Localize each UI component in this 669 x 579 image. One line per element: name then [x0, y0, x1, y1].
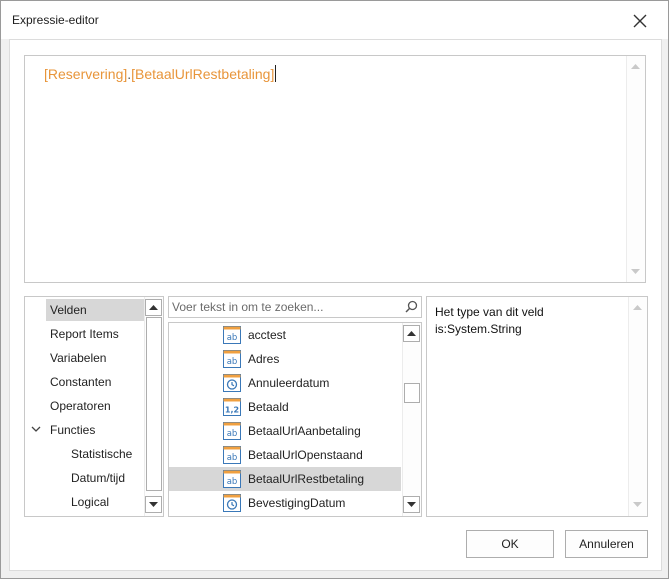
svg-text:1,2: 1,2: [225, 406, 239, 415]
scroll-down-arrow[interactable]: [630, 497, 645, 512]
close-icon: [633, 14, 647, 28]
field-list-scrollbar[interactable]: [402, 323, 421, 516]
number-icon: 1,2: [223, 398, 241, 416]
field-type-info: Het type van dit veld is:System.String: [435, 304, 544, 338]
chevron-down-icon[interactable]: [31, 426, 41, 432]
arrow-down-icon: [633, 502, 642, 507]
field-label: BetaalUrlOpenstaand: [248, 448, 363, 462]
svg-text:ab: ab: [227, 453, 238, 463]
expression-text[interactable]: [Reservering].[BetaalUrlRestbetaling]: [44, 65, 277, 82]
cancel-button[interactable]: Annuleren: [565, 530, 648, 558]
field-list-item[interactable]: Annuleerdatum: [169, 371, 401, 395]
field-label: BetaalUrlRestbetaling: [248, 472, 365, 486]
string-icon: ab: [223, 446, 241, 464]
search-box: [168, 296, 422, 318]
search-input[interactable]: [172, 298, 400, 315]
arrow-up-icon: [407, 331, 416, 336]
expression-part-field: [BetaalUrlRestbetaling]: [131, 66, 275, 82]
search-icon: [405, 300, 418, 313]
scroll-down-arrow[interactable]: [628, 264, 643, 279]
info-line-2: is:System.String: [435, 322, 522, 336]
info-scrollbar[interactable]: [628, 297, 647, 516]
category-item-operatoren[interactable]: Operatoren: [50, 395, 111, 417]
category-item-logical[interactable]: Logical: [71, 491, 109, 513]
scroll-down-button[interactable]: [403, 496, 420, 513]
info-line-1: Het type van dit veld: [435, 305, 544, 319]
scroll-up-button[interactable]: [403, 325, 420, 342]
field-label: BetaalUrlAanbetaling: [248, 424, 361, 438]
field-list-item[interactable]: ab BetaalUrlAanbetaling: [169, 419, 401, 443]
field-list-item[interactable]: ab BetaalUrlRestbetaling: [169, 467, 401, 491]
clock-icon: [223, 494, 241, 512]
arrow-up-icon: [633, 305, 642, 310]
field-label: Adres: [248, 352, 280, 366]
title-bar: Expressie-editor: [1, 1, 668, 39]
arrow-down-icon: [631, 269, 640, 274]
editor-scrollbar[interactable]: [626, 56, 645, 282]
window-title: Expressie-editor: [12, 13, 99, 27]
category-item-constanten[interactable]: Constanten: [50, 371, 111, 393]
string-icon: ab: [223, 422, 241, 440]
dialog-body: [Reservering].[BetaalUrlRestbetaling] Ve…: [9, 39, 662, 571]
scroll-up-arrow[interactable]: [630, 300, 645, 315]
text-caret: [275, 65, 277, 82]
clock-icon: [223, 374, 241, 392]
field-label: BevestigingDatum: [248, 496, 346, 510]
category-item-statistische[interactable]: Statistische: [71, 443, 132, 465]
string-icon: ab: [223, 350, 241, 368]
field-label: Annuleerdatum: [248, 376, 330, 390]
scroll-up-arrow[interactable]: [628, 59, 643, 74]
ok-button[interactable]: OK: [466, 530, 554, 558]
category-tree: Velden Report Items Variabelen Constante…: [24, 296, 164, 517]
scroll-thumb[interactable]: [404, 383, 420, 403]
arrow-down-icon: [407, 502, 416, 507]
field-label: acctest: [248, 328, 287, 342]
category-item-report-items[interactable]: Report Items: [50, 323, 119, 345]
close-button[interactable]: [623, 7, 657, 35]
info-panel: Het type van dit veld is:System.String: [426, 296, 648, 517]
category-item-functies[interactable]: Functies: [50, 419, 95, 441]
category-item-datum-tijd[interactable]: Datum/tijd: [71, 467, 125, 489]
scroll-thumb[interactable]: [146, 317, 162, 491]
field-list: ab acctest ab Adres Annuleerdatum 1,2 Betaald a…: [168, 322, 422, 517]
svg-text:ab: ab: [227, 429, 238, 439]
svg-text:ab: ab: [227, 477, 238, 487]
string-icon: ab: [223, 326, 241, 344]
svg-text:ab: ab: [227, 357, 238, 367]
arrow-up-icon: [631, 64, 640, 69]
arrow-up-icon: [149, 305, 158, 310]
field-list-item[interactable]: BevestigingDatum: [169, 491, 401, 515]
field-list-item[interactable]: ab BetaalUrlOpenstaand: [169, 443, 401, 467]
svg-text:ab: ab: [227, 333, 238, 343]
string-icon: ab: [223, 470, 241, 488]
field-list-item[interactable]: ab Adres: [169, 347, 401, 371]
expression-editor-dialog: Expressie-editor [Reservering].[BetaalUr…: [0, 0, 669, 579]
scroll-down-button[interactable]: [145, 496, 162, 513]
scroll-up-button[interactable]: [145, 299, 162, 316]
field-list-item[interactable]: ab acctest: [169, 323, 401, 347]
arrow-down-icon: [149, 502, 158, 507]
field-label: Betaald: [248, 400, 289, 414]
field-list-item[interactable]: 1,2 Betaald: [169, 395, 401, 419]
category-item-velden[interactable]: Velden: [46, 299, 146, 321]
category-item-variabelen[interactable]: Variabelen: [50, 347, 106, 369]
expression-editor[interactable]: [Reservering].[BetaalUrlRestbetaling]: [24, 55, 646, 283]
expression-part-table: [Reservering]: [44, 66, 128, 82]
category-scrollbar[interactable]: [144, 297, 163, 516]
